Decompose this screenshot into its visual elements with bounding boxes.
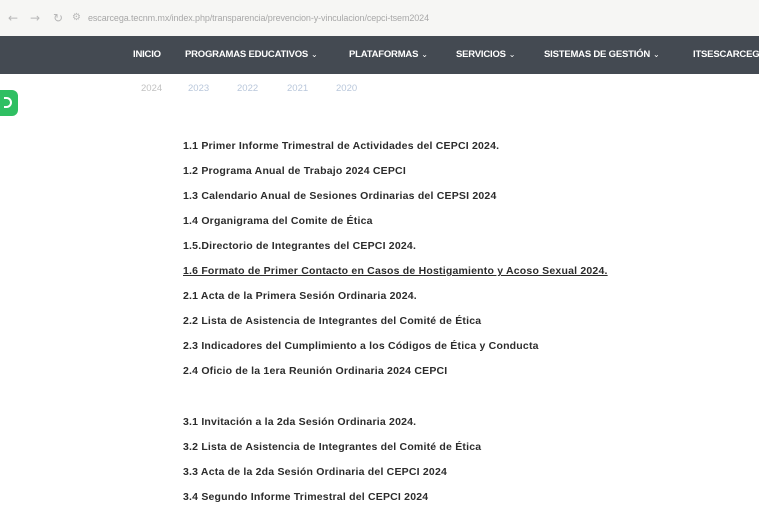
document-link[interactable]: 3.3 Acta de la 2da Sesión Ordinaria del …	[0, 462, 759, 482]
document-link-text: 3.4 Segundo Informe Trimestral del CEPCI…	[183, 491, 429, 503]
document-link-text: 3.1 Invitación a la 2da Sesión Ordinaria…	[183, 416, 417, 428]
chevron-down-icon: ⌄	[421, 50, 428, 59]
chevron-down-icon: ⌄	[508, 50, 516, 59]
tab-2023[interactable]: 2023	[188, 82, 209, 96]
nav-item-programas-educativos[interactable]: PROGRAMAS EDUCATIVOS ⌄	[185, 36, 318, 74]
year-tabs: 2024 2023 2022 2021 2020	[0, 74, 759, 104]
reload-icon[interactable]: ↻	[53, 10, 63, 26]
document-link-hovered[interactable]: 1.6 Formato de Primer Contacto en Casos …	[0, 261, 759, 281]
document-link[interactable]: 3.2 Lista de Asistencia de Integrantes d…	[0, 437, 759, 457]
nav-item-label: PROGRAMAS EDUCATIVOS	[185, 49, 309, 60]
document-link-text: 2.2 Lista de Asistencia de Integrantes d…	[183, 315, 482, 327]
nav-item-inicio[interactable]: INICIO	[133, 36, 161, 74]
tab-2021[interactable]: 2021	[287, 82, 308, 96]
document-link[interactable]: 2.4 Oficio de la 1era Reunión Ordinaria …	[0, 361, 759, 381]
nav-item-label: SISTEMAS DE GESTIÓN	[544, 49, 650, 60]
document-link[interactable]: 1.4 Organigrama del Comite de Ética	[0, 211, 759, 231]
document-link-text: 1.2 Programa Anual de Trabajo 2024 CEPCI	[183, 165, 406, 177]
document-link-text: 1.6 Formato de Primer Contacto en Casos …	[183, 265, 608, 277]
document-link[interactable]: 2.3 Indicadores del Cumplimiento a los C…	[0, 336, 759, 356]
nav-item-label: INICIO	[133, 49, 161, 60]
document-link-text: 2.1 Acta de la Primera Sesión Ordinaria …	[183, 290, 417, 302]
document-link-text: 1.4 Organigrama del Comite de Ética	[183, 215, 373, 227]
nav-item-plataformas[interactable]: PLATAFORMAS ⌄	[349, 36, 428, 74]
back-arrow-icon[interactable]: ←	[8, 10, 18, 26]
document-link-text: 3.3 Acta de la 2da Sesión Ordinaria del …	[183, 466, 448, 478]
document-link-text: 1.3 Calendario Anual de Sesiones Ordinar…	[183, 190, 497, 202]
document-link-text: 1.1 Primer Informe Trimestral de Activid…	[183, 140, 500, 152]
address-bar: ← → ↻ ⚙ escarcega.tecnm.mx/index.php/tra…	[0, 0, 759, 37]
nav-item-label: ITSESCARCEGA	[693, 49, 759, 60]
document-link[interactable]: 1.1 Primer Informe Trimestral de Activid…	[0, 136, 759, 156]
document-link-text: 1.5.Directorio de Integrantes del CEPCI …	[183, 240, 417, 252]
nav-item-itsescarcega[interactable]: ITSESCARCEGA	[693, 36, 759, 74]
url-text[interactable]: escarcega.tecnm.mx/index.php/transparenc…	[88, 10, 668, 26]
tab-2022[interactable]: 2022	[237, 82, 258, 96]
document-link[interactable]: 3.1 Invitación a la 2da Sesión Ordinaria…	[0, 412, 759, 432]
document-link-text: 3.2 Lista de Asistencia de Integrantes d…	[183, 441, 482, 453]
forward-arrow-icon[interactable]: →	[30, 10, 40, 26]
nav-item-label: PLATAFORMAS	[349, 49, 419, 60]
document-link[interactable]: 2.2 Lista de Asistencia de Integrantes d…	[0, 311, 759, 331]
site-info-icon[interactable]: ⚙	[72, 10, 81, 26]
chevron-down-icon: ⌄	[311, 50, 318, 59]
document-link[interactable]: 1.2 Programa Anual de Trabajo 2024 CEPCI	[0, 161, 759, 181]
nav-item-sistemas-de-gestion[interactable]: SISTEMAS DE GESTIÓN ⌄	[544, 36, 660, 74]
document-link-text: 2.3 Indicadores del Cumplimiento a los C…	[183, 340, 539, 352]
main-nav: INICIO PROGRAMAS EDUCATIVOS ⌄ PLATAFORMAS…	[0, 36, 759, 74]
document-link[interactable]: 2.1 Acta de la Primera Sesión Ordinaria …	[0, 286, 759, 306]
document-link[interactable]: 1.5.Directorio de Integrantes del CEPCI …	[0, 236, 759, 256]
nav-item-servicios[interactable]: SERVICIOS ⌄	[456, 36, 515, 74]
document-link-text: 2.4 Oficio de la 1era Reunión Ordinaria …	[183, 365, 448, 377]
chevron-down-icon: ⌄	[653, 50, 660, 59]
accessibility-widget-icon[interactable]	[0, 90, 18, 116]
nav-item-label: SERVICIOS	[456, 49, 506, 60]
tab-2024[interactable]: 2024	[141, 82, 162, 96]
document-link[interactable]: 1.3 Calendario Anual de Sesiones Ordinar…	[0, 186, 759, 206]
document-link[interactable]: 3.4 Segundo Informe Trimestral del CEPCI…	[0, 487, 759, 507]
tab-2020[interactable]: 2020	[336, 82, 357, 96]
